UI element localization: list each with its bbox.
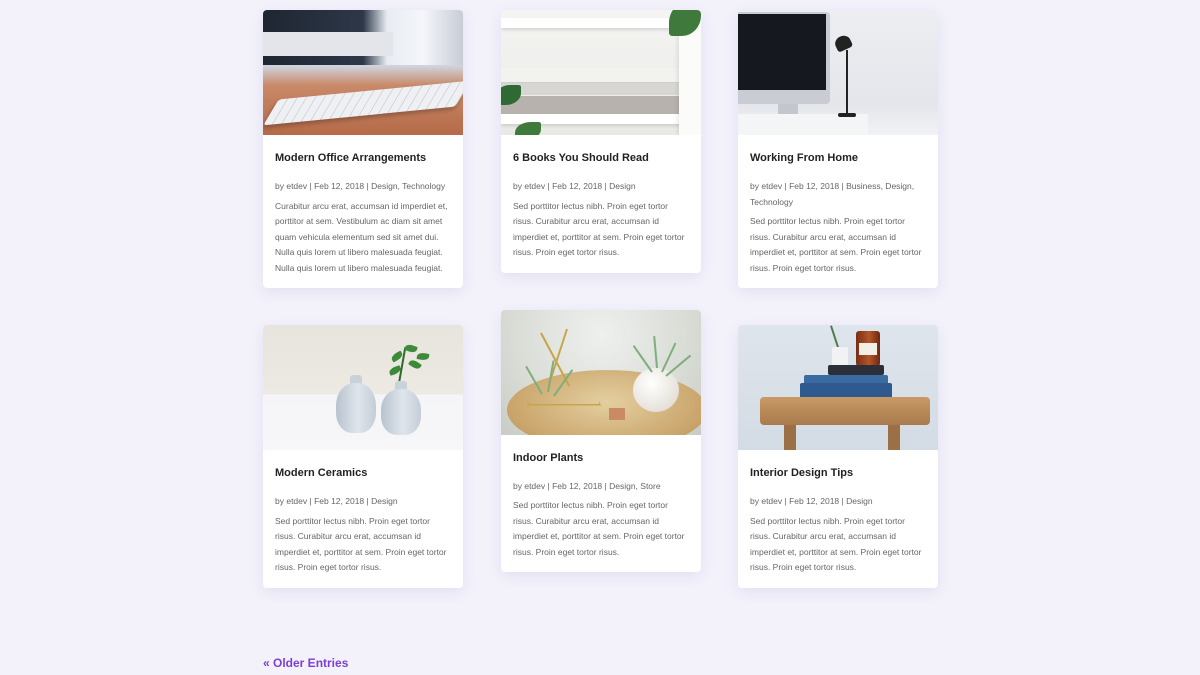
post-card[interactable]: Interior Design Tips by etdev | Feb 12, …	[738, 325, 938, 588]
post-card-body: Working From Home by etdev | Feb 12, 201…	[738, 135, 938, 288]
post-meta: by etdev | Feb 12, 2018 | Design, Store	[513, 480, 661, 491]
blog-grid: Modern Office Arrangements by etdev | Fe…	[0, 0, 1200, 675]
blog-column-1: Modern Office Arrangements by etdev | Fe…	[263, 10, 463, 625]
post-title[interactable]: Interior Design Tips	[750, 466, 926, 480]
post-card[interactable]: Modern Office Arrangements by etdev | Fe…	[263, 10, 463, 288]
post-card[interactable]: Working From Home by etdev | Feb 12, 201…	[738, 10, 938, 288]
post-meta: by etdev | Feb 12, 2018 | Design	[750, 496, 873, 506]
post-meta: by etdev | Feb 12, 2018 | Design	[513, 181, 636, 191]
post-title[interactable]: Indoor Plants	[513, 451, 689, 465]
post-excerpt: Curabitur arcu erat, accumsan id imperdi…	[275, 200, 448, 273]
post-title[interactable]: 6 Books You Should Read	[513, 151, 689, 165]
post-excerpt: Sed porttitor lectus nibh. Proin eget to…	[750, 515, 922, 573]
post-card-body: Interior Design Tips by etdev | Feb 12, …	[738, 450, 938, 588]
post-card-body: Modern Office Arrangements by etdev | Fe…	[263, 135, 463, 288]
post-card-body: Indoor Plants by etdev | Feb 12, 2018 | …	[501, 435, 701, 573]
post-meta: by etdev | Feb 12, 2018 | Design	[275, 496, 398, 506]
post-card-body: Modern Ceramics by etdev | Feb 12, 2018 …	[263, 450, 463, 588]
post-title[interactable]: Working From Home	[750, 151, 926, 165]
post-excerpt: Sed porttitor lectus nibh. Proin eget to…	[750, 216, 922, 273]
post-excerpt: Sed porttitor lectus nibh. Proin eget to…	[275, 515, 447, 573]
post-card[interactable]: Modern Ceramics by etdev | Feb 12, 2018 …	[263, 325, 463, 588]
post-thumbnail-ceramics[interactable]	[263, 325, 463, 450]
post-title[interactable]: Modern Office Arrangements	[275, 151, 451, 165]
post-thumbnail-plants[interactable]	[501, 309, 701, 435]
post-meta: by etdev | Feb 12, 2018 | Business, Desi…	[750, 181, 915, 207]
older-entries-link[interactable]: « Older Entries	[263, 656, 348, 670]
blog-column-3: Working From Home by etdev | Feb 12, 201…	[738, 10, 938, 625]
post-thumbnail-home[interactable]	[738, 10, 938, 135]
post-excerpt: Sed porttitor lectus nibh. Proin eget to…	[513, 200, 685, 258]
post-thumbnail-interior[interactable]	[738, 325, 938, 450]
post-card-body: 6 Books You Should Read by etdev | Feb 1…	[501, 135, 701, 273]
post-card[interactable]: 6 Books You Should Read by etdev | Feb 1…	[501, 10, 701, 273]
post-card[interactable]: Indoor Plants by etdev | Feb 12, 2018 | …	[501, 309, 701, 573]
post-thumbnail-office[interactable]	[263, 10, 463, 135]
blog-column-2: 6 Books You Should Read by etdev | Feb 1…	[501, 10, 701, 609]
post-excerpt: Sed porttitor lectus nibh. Proin eget to…	[513, 500, 685, 557]
post-meta: by etdev | Feb 12, 2018 | Design, Techno…	[275, 181, 446, 191]
post-thumbnail-books[interactable]	[501, 10, 701, 135]
post-title[interactable]: Modern Ceramics	[275, 466, 451, 480]
